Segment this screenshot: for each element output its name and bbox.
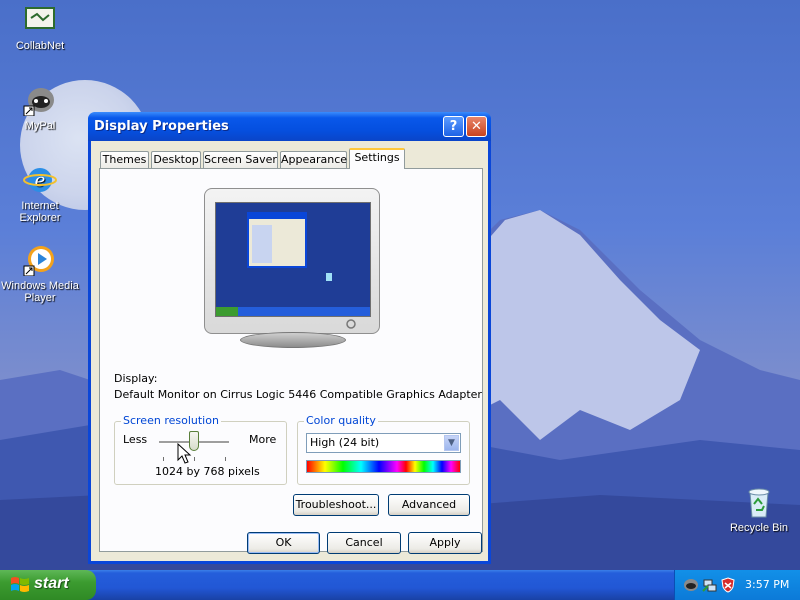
desktop-icon-recycle-bin[interactable]: Recycle Bin [719,486,799,534]
display-label: Display: [114,372,158,385]
clock: 3:57 PM [745,578,790,591]
tab-themes[interactable]: Themes [100,151,149,168]
monitor-stand [240,332,346,348]
desktop-icon-label: Windows Media Player [1,280,79,304]
less-label: Less [123,433,148,446]
chevron-down-icon[interactable]: ▼ [444,435,459,451]
window-title: Display Properties [94,119,229,134]
desktop-icon-internet-explorer[interactable]: e Internet Explorer [0,164,80,224]
display-properties-window: Display Properties ? ✕ Themes Desktop Sc… [88,112,491,564]
help-button[interactable]: ? [443,116,464,137]
internet-explorer-icon: e [23,164,57,198]
power-button-icon [346,319,356,329]
start-label: start [34,575,69,592]
close-button[interactable]: ✕ [466,116,487,137]
dialog-body: Themes Desktop Screen Saver Appearance S… [91,141,488,561]
monitor-screen [215,202,371,317]
desktop-icon-label: CollabNet [15,40,65,52]
title-bar[interactable]: Display Properties ? ✕ [88,112,491,141]
media-player-icon [23,244,57,278]
svg-text:e: e [35,170,46,191]
color-quality-group: Color quality High (24 bit) ▼ [297,414,470,485]
apply-button[interactable]: Apply [408,532,482,554]
more-label: More [249,433,277,446]
system-tray: 3:57 PM [674,570,800,600]
start-button[interactable]: start [0,570,96,600]
mouse-cursor-icon [177,443,192,464]
resolution-value: 1024 by 768 pixels [155,465,260,478]
taskbar: start 3:57 PM [0,570,800,600]
desktop-icon-label: Internet Explorer [19,200,61,224]
screen-resolution-legend: Screen resolution [121,414,221,427]
raccoon-icon [23,84,57,118]
desktop-icon-label: MyPal [24,120,56,132]
troubleshoot-button[interactable]: Troubleshoot... [293,494,379,516]
color-quality-legend: Color quality [304,414,378,427]
collabnet-icon [23,4,57,38]
cancel-button[interactable]: Cancel [327,532,401,554]
monitor-preview [204,188,380,348]
tab-desktop[interactable]: Desktop [151,151,201,168]
tab-appearance[interactable]: Appearance [280,151,347,168]
display-adapter-value: Default Monitor on Cirrus Logic 5446 Com… [114,388,482,401]
tray-network-icon[interactable] [702,577,718,593]
recycle-bin-icon [742,486,776,520]
desktop-icon-label: Recycle Bin [729,522,789,534]
tab-settings[interactable]: Settings [349,148,405,169]
desktop-icon-media-player[interactable]: Windows Media Player [0,244,80,304]
windows-logo-icon [11,577,29,592]
desktop-icon-collabnet[interactable]: CollabNet [0,4,80,52]
color-quality-select[interactable]: High (24 bit) ▼ [306,433,461,453]
color-quality-value: High (24 bit) [310,436,380,449]
desktop-icon-mypal[interactable]: MyPal [0,84,80,132]
settings-panel: Display: Default Monitor on Cirrus Logic… [99,168,483,552]
tab-screen-saver[interactable]: Screen Saver [203,151,278,168]
slider-tick [225,457,226,461]
color-spectrum-bar [306,460,461,473]
advanced-button[interactable]: Advanced [388,494,470,516]
tray-raccoon-icon[interactable] [683,577,699,593]
tray-security-shield-icon[interactable] [720,577,736,593]
screen-resolution-group: Screen resolution Less More 1024 by 768 … [114,414,287,485]
slider-tick [163,457,164,461]
slider-tick [194,457,195,461]
monitor-bezel [204,188,380,334]
ok-button[interactable]: OK [247,532,320,554]
